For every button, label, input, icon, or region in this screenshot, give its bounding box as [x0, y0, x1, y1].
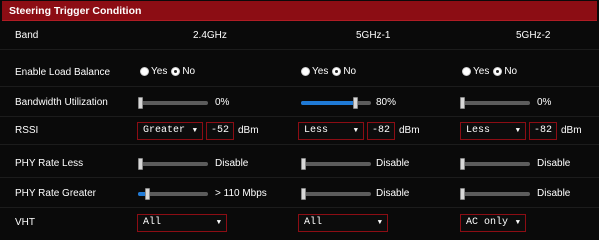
vht-row: VHT All ▼ All ▼ AC only ▼: [0, 209, 599, 236]
band-name-5g1: 5GHz-1: [356, 30, 391, 41]
panel-header: Steering Trigger Condition: [2, 1, 597, 21]
rssi-row: RSSI Greater ▼ -52 dBm Less ▼ -82 dBm Le…: [0, 117, 599, 145]
yes-label: Yes: [151, 66, 168, 77]
no-radio[interactable]: [332, 67, 342, 76]
phy-greater-slider-24[interactable]: [138, 188, 208, 200]
bandwidth-slider-5g2[interactable]: [460, 97, 530, 109]
bandwidth-value-24: 0%: [215, 97, 230, 108]
phy-greater-value-5g2: Disable: [537, 188, 571, 199]
phy-rate-greater-row: PHY Rate Greater > 110 Mbps Disable Disa…: [0, 180, 599, 208]
rssi-unit-5g1: dBm: [399, 125, 420, 136]
phy-rate-less-label: PHY Rate Less: [15, 158, 84, 169]
vht-select-5g1[interactable]: All ▼: [298, 214, 388, 232]
load-balance-5g2: Yes No: [462, 66, 521, 77]
slider-thumb[interactable]: [145, 188, 150, 200]
phy-greater-value-5g1: Disable: [376, 188, 410, 199]
chevron-down-icon: ▼: [377, 219, 382, 227]
phy-rate-less-row: PHY Rate Less Disable Disable Disable: [0, 150, 599, 178]
yes-label: Yes: [312, 66, 329, 77]
yes-radio[interactable]: [462, 67, 471, 76]
no-label: No: [182, 66, 196, 77]
select-value: All: [143, 217, 162, 228]
slider-thumb[interactable]: [460, 158, 465, 170]
slider-thumb[interactable]: [138, 97, 143, 109]
phy-greater-value-24: > 110 Mbps: [215, 188, 267, 199]
bandwidth-label: Bandwidth Utilization: [15, 97, 108, 108]
phy-less-slider-24[interactable]: [138, 158, 208, 170]
chevron-down-icon: ▼: [353, 127, 358, 135]
bandwidth-value-5g2: 0%: [537, 97, 552, 108]
chevron-down-icon: ▼: [216, 219, 221, 227]
select-value: Less: [304, 125, 329, 136]
phy-less-slider-5g2[interactable]: [460, 158, 530, 170]
bandwidth-value-5g1: 80%: [376, 97, 397, 108]
rssi-value-input-5g1[interactable]: -82: [367, 122, 395, 140]
no-radio[interactable]: [171, 67, 181, 76]
rssi-condition-select-5g1[interactable]: Less ▼: [298, 122, 364, 140]
yes-radio[interactable]: [301, 67, 310, 76]
rssi-label: RSSI: [15, 125, 39, 136]
panel-title: Steering Trigger Condition: [9, 5, 142, 17]
load-balance-5g1: Yes No: [301, 66, 360, 77]
chevron-down-icon: ▼: [192, 127, 197, 135]
no-label: No: [343, 66, 357, 77]
vht-select-5g2[interactable]: AC only ▼: [460, 214, 526, 232]
rssi-value-input-24[interactable]: -52: [206, 122, 234, 140]
no-label: No: [504, 66, 518, 77]
rssi-unit-5g2: dBm: [561, 125, 582, 136]
slider-thumb[interactable]: [460, 188, 465, 200]
select-value: AC only: [466, 217, 509, 228]
steering-trigger-panel: Steering Trigger Condition Band 2.4GHz 5…: [0, 0, 599, 240]
load-balance-row: Enable Load Balance Yes No Yes No Yes No: [0, 59, 599, 87]
select-value: All: [304, 217, 323, 228]
select-value: Less: [466, 125, 491, 136]
bandwidth-row: Bandwidth Utilization 0% 80% 0%: [0, 89, 599, 117]
phy-less-value-24: Disable: [215, 158, 249, 169]
load-balance-24: Yes No: [140, 66, 199, 77]
bandwidth-slider-5g1[interactable]: [301, 97, 371, 109]
phy-rate-greater-label: PHY Rate Greater: [15, 188, 96, 199]
vht-select-24[interactable]: All ▼: [137, 214, 227, 232]
yes-radio[interactable]: [140, 67, 149, 76]
band-name-24: 2.4GHz: [193, 30, 227, 41]
slider-thumb[interactable]: [353, 97, 358, 109]
vht-label: VHT: [15, 217, 35, 228]
slider-thumb[interactable]: [301, 158, 306, 170]
no-radio[interactable]: [493, 67, 503, 76]
rssi-value-input-5g2[interactable]: -82: [529, 122, 557, 140]
load-balance-label: Enable Load Balance: [15, 67, 111, 78]
phy-greater-slider-5g1[interactable]: [301, 188, 371, 200]
rssi-unit-24: dBm: [238, 125, 259, 136]
band-label: Band: [15, 30, 39, 41]
phy-less-value-5g2: Disable: [537, 158, 571, 169]
slider-thumb[interactable]: [301, 188, 306, 200]
chevron-down-icon: ▼: [515, 219, 520, 227]
select-value: Greater: [143, 125, 186, 136]
rssi-condition-select-5g2[interactable]: Less ▼: [460, 122, 526, 140]
phy-less-value-5g1: Disable: [376, 158, 410, 169]
band-name-5g2: 5GHz-2: [516, 30, 551, 41]
bandwidth-slider-24[interactable]: [138, 97, 208, 109]
phy-less-slider-5g1[interactable]: [301, 158, 371, 170]
chevron-down-icon: ▼: [515, 127, 520, 135]
yes-label: Yes: [473, 66, 490, 77]
rssi-condition-select-24[interactable]: Greater ▼: [137, 122, 203, 140]
slider-thumb[interactable]: [460, 97, 465, 109]
phy-greater-slider-5g2[interactable]: [460, 188, 530, 200]
band-row: Band 2.4GHz 5GHz-1 5GHz-2: [0, 22, 599, 50]
slider-thumb[interactable]: [138, 158, 143, 170]
